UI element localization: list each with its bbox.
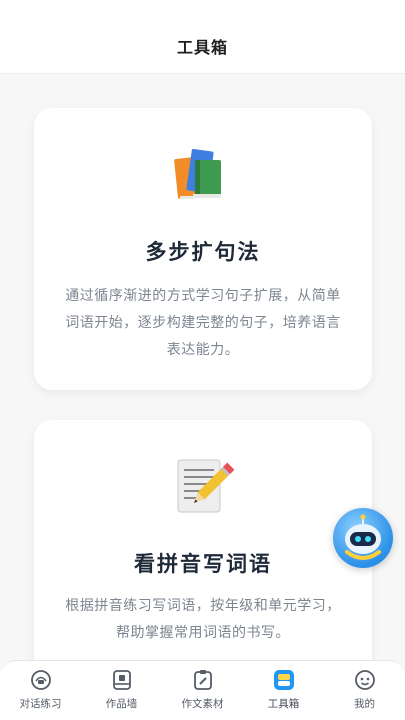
tool-card-sentence-expansion[interactable]: 多步扩句法 通过循序渐进的方式学习句子扩展，从简单词语开始，逐步构建完整的句子，… — [34, 108, 372, 390]
tool-card-title: 多步扩句法 — [145, 240, 261, 264]
works-wall-icon — [110, 668, 134, 692]
tool-card-description: 根据拼音练习写词语，按年级和单元学习，帮助掌握常用词语的书写。 — [65, 598, 341, 641]
composition-material-icon — [191, 668, 215, 692]
header-bar: 工具箱 — [0, 0, 405, 74]
bottom-tab-bar: 对话练习 作品墙 作文素材 工具箱 我的 — [0, 660, 405, 720]
tab-label: 我的 — [354, 698, 375, 710]
tab-composition-material[interactable]: 作文素材 — [162, 661, 243, 720]
toolbox-icon — [272, 668, 296, 692]
tab-toolbox[interactable]: 工具箱 — [243, 661, 324, 720]
tab-works-wall[interactable]: 作品墙 — [81, 661, 162, 720]
tab-chat-practice[interactable]: 对话练习 — [0, 661, 81, 720]
tab-label: 对话练习 — [19, 698, 62, 710]
tab-label: 作文素材 — [181, 698, 224, 710]
robot-assistant-icon — [333, 514, 393, 572]
tab-label: 作品墙 — [105, 698, 138, 710]
tool-card-title: 看拼音写词语 — [134, 552, 272, 576]
pencil-notepad-icon — [171, 454, 235, 518]
chat-practice-icon — [29, 668, 53, 692]
tool-card-pinyin-words[interactable]: 看拼音写词语 根据拼音练习写词语，按年级和单元学习，帮助掌握常用词语的书写。 — [34, 420, 372, 680]
toolbox-screen: 工具箱 多步扩句法 通过循序渐进的方式学习句子扩展，从简单词语开始，逐步构建完整… — [0, 0, 405, 720]
books-icon — [171, 144, 235, 208]
tab-profile[interactable]: 我的 — [324, 661, 405, 720]
tab-label: 工具箱 — [267, 698, 300, 710]
tool-card-description: 通过循序渐进的方式学习句子扩展，从简单词语开始，逐步构建完整的句子，培养语言表达… — [65, 288, 341, 358]
page-title: 工具箱 — [176, 38, 228, 57]
profile-icon — [353, 668, 377, 692]
robot-assistant-button[interactable] — [333, 508, 393, 568]
